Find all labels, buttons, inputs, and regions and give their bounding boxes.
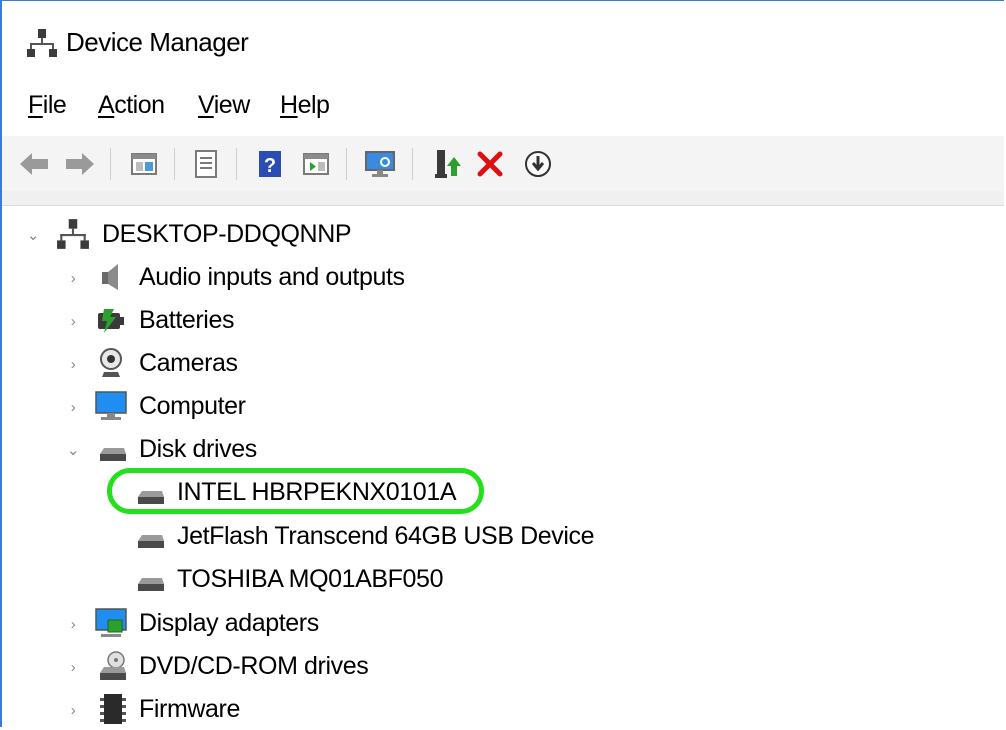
tree-category-label: Display adapters: [139, 609, 319, 637]
update-driver-icon[interactable]: [428, 146, 464, 182]
tree-category-label: Firmware: [139, 695, 240, 723]
scan-hardware-icon[interactable]: [362, 146, 398, 182]
disk-drive-icon: [138, 535, 164, 548]
chip-icon: [100, 694, 126, 724]
tree-category-label: Audio inputs and outputs: [139, 263, 405, 291]
chevron-right-icon[interactable]: ›: [66, 659, 80, 676]
device-manager-window: Device Manager File Action View Help ? ⌄…: [0, 0, 1004, 727]
tree-category-label: Cameras: [139, 349, 238, 377]
pane-divider: [2, 191, 1004, 206]
menu-view[interactable]: View: [198, 91, 250, 120]
chevron-down-icon[interactable]: ⌄: [26, 227, 40, 244]
computer-tree-icon: [57, 219, 89, 249]
device-tree: ⌄ DESKTOP-DDQQNNP › Audio inputs and out…: [2, 206, 1004, 728]
chevron-right-icon[interactable]: ›: [66, 270, 80, 287]
tree-root-label: DESKTOP-DDQQNNP: [102, 220, 352, 248]
tree-category-label: Disk drives: [139, 435, 257, 463]
uninstall-device-icon[interactable]: [472, 146, 508, 182]
battery-icon: [98, 309, 124, 333]
disk-drive-icon: [100, 448, 126, 461]
forward-arrow-icon[interactable]: [62, 146, 98, 182]
chevron-right-icon[interactable]: ›: [66, 399, 80, 416]
tree-category-label: DVD/CD-ROM drives: [139, 652, 369, 680]
run-action-icon[interactable]: [298, 146, 334, 182]
back-arrow-icon[interactable]: [16, 146, 52, 182]
display-adapter-icon: [95, 608, 127, 637]
menu-bar: File Action View Help: [2, 91, 1004, 131]
tree-device-label: INTEL HBRPEKNX0101A: [177, 478, 457, 506]
tree-category-label: Batteries: [139, 306, 235, 334]
chevron-down-icon[interactable]: ⌄: [66, 442, 80, 459]
properties-icon[interactable]: [188, 146, 224, 182]
disk-drive-icon: [138, 578, 164, 591]
disable-device-icon[interactable]: [520, 146, 556, 182]
speaker-icon: [102, 264, 118, 290]
chevron-right-icon[interactable]: ›: [66, 356, 80, 373]
tree-device-label: TOSHIBA MQ01ABF050: [177, 565, 444, 593]
computer-tree-icon: [27, 29, 57, 57]
chevron-right-icon[interactable]: ›: [66, 702, 80, 719]
optical-drive-icon: [100, 651, 126, 680]
show-hide-tree-icon[interactable]: [126, 146, 162, 182]
window-title: Device Manager: [66, 27, 249, 57]
menu-action[interactable]: Action: [98, 91, 165, 120]
tree-category-label: Computer: [139, 392, 246, 420]
menu-help[interactable]: Help: [280, 91, 330, 120]
chevron-right-icon[interactable]: ›: [66, 313, 80, 330]
chevron-right-icon[interactable]: ›: [66, 616, 80, 633]
title-bar[interactable]: Device Manager: [2, 1, 1004, 81]
webcam-icon: [100, 348, 122, 377]
disk-drive-icon: [138, 491, 164, 504]
svg-text:?: ?: [264, 155, 276, 177]
help-icon[interactable]: ?: [252, 146, 288, 182]
toolbar: ?: [2, 136, 1004, 192]
menu-file[interactable]: File: [28, 91, 67, 120]
tree-device-label: JetFlash Transcend 64GB USB Device: [177, 522, 595, 550]
monitor-icon: [95, 391, 127, 420]
